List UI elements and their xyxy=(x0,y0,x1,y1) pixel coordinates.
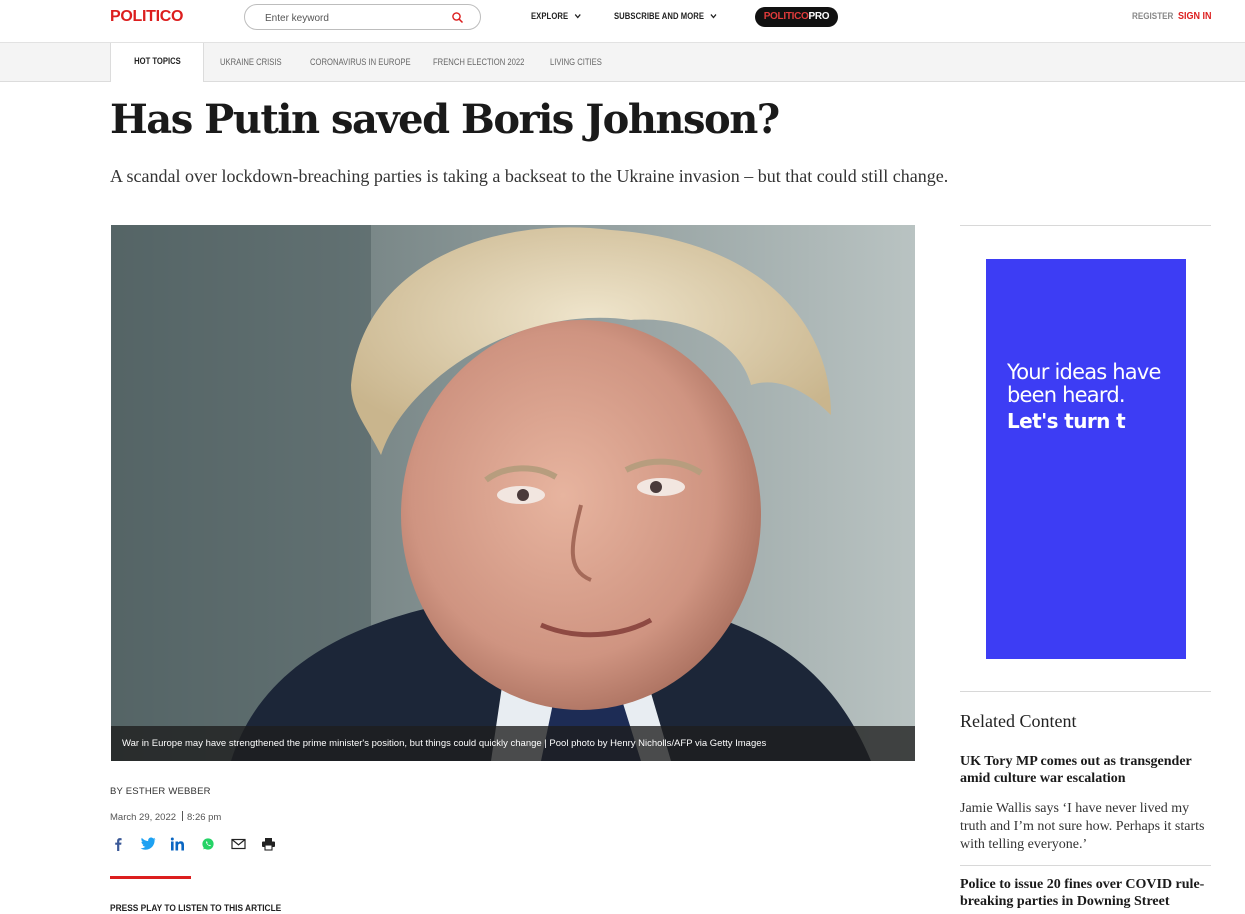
related-article-link[interactable]: UK Tory MP comes out as transgender amid… xyxy=(960,753,1210,787)
section-divider xyxy=(110,876,191,879)
register-link[interactable]: REGISTER xyxy=(1132,11,1173,21)
portrait-illustration xyxy=(111,225,915,761)
related-article-link[interactable]: Police to issue 20 fines over COVID rule… xyxy=(960,876,1210,910)
explore-menu[interactable]: EXPLORE xyxy=(531,11,581,21)
advertisement[interactable]: Your ideas have been heard. Let's turn t xyxy=(986,259,1186,659)
article-headline: Has Putin saved Boris Johnson? xyxy=(110,96,780,143)
publish-date-text: March 29, 2022 xyxy=(110,812,177,823)
search-input[interactable] xyxy=(265,10,445,26)
topic-link[interactable]: CORONAVIRUS IN EUROPE xyxy=(310,57,411,67)
article-dek: A scandal over lockdown-breaching partie… xyxy=(110,166,949,186)
share-bar xyxy=(110,836,276,852)
hot-topics-bar: HOT TOPICS UKRAINE CRISIS CORONAVIRUS IN… xyxy=(0,43,1245,82)
related-article-summary: Jamie Wallis says ‘I have never lived my… xyxy=(960,801,1205,852)
chevron-down-icon xyxy=(574,14,581,19)
linkedin-icon[interactable] xyxy=(170,836,186,852)
rail-divider xyxy=(960,691,1211,692)
author-byline[interactable]: BY ESTHER WEBBER xyxy=(110,786,211,797)
pro-badge-pro: PRO xyxy=(808,11,830,22)
rail-divider xyxy=(960,225,1211,226)
hero-photo: War in Europe may have strengthened the … xyxy=(111,225,915,761)
publish-time-text: 8:26 pm xyxy=(187,812,222,823)
topic-link[interactable]: FRENCH ELECTION 2022 xyxy=(433,57,524,67)
twitter-icon[interactable] xyxy=(140,836,156,852)
ad-text-bold: Let's turn t xyxy=(1007,409,1126,433)
subscribe-label: SUBSCRIBE AND MORE xyxy=(614,11,705,21)
sign-in-link[interactable]: SIGN IN xyxy=(1178,11,1212,22)
ad-text: Your ideas have been heard. xyxy=(1007,360,1161,407)
whatsapp-icon[interactable] xyxy=(200,836,216,852)
topic-link[interactable]: LIVING CITIES xyxy=(550,57,602,67)
publish-date: March 29, 2022 8:26 pm xyxy=(110,811,221,823)
photo-caption: War in Europe may have strengthened the … xyxy=(111,726,915,761)
search-icon[interactable] xyxy=(451,11,465,25)
print-icon[interactable] xyxy=(260,836,276,852)
related-content-heading: Related Content xyxy=(960,711,1077,731)
subscribe-menu[interactable]: SUBSCRIBE AND MORE xyxy=(614,11,717,21)
search-box[interactable] xyxy=(244,4,481,30)
listen-to-article[interactable]: PRESS PLAY TO LISTEN TO THIS ARTICLE xyxy=(110,903,281,914)
politico-logo[interactable]: POLITICO xyxy=(110,8,183,26)
date-separator xyxy=(182,811,184,821)
politico-pro-button[interactable]: POLITICOPRO xyxy=(755,7,838,27)
topic-link[interactable]: UKRAINE CRISIS xyxy=(220,57,282,67)
email-icon[interactable] xyxy=(230,836,246,852)
pro-badge-brand: POLITICO xyxy=(763,11,809,22)
top-header: POLITICO EXPLORE SUBSCRIBE AND MORE POLI… xyxy=(0,0,1245,43)
explore-label: EXPLORE xyxy=(531,11,569,21)
facebook-icon[interactable] xyxy=(110,836,126,852)
chevron-down-icon xyxy=(710,14,717,19)
hot-topics-label: HOT TOPICS xyxy=(110,43,204,82)
rail-divider xyxy=(960,865,1211,866)
